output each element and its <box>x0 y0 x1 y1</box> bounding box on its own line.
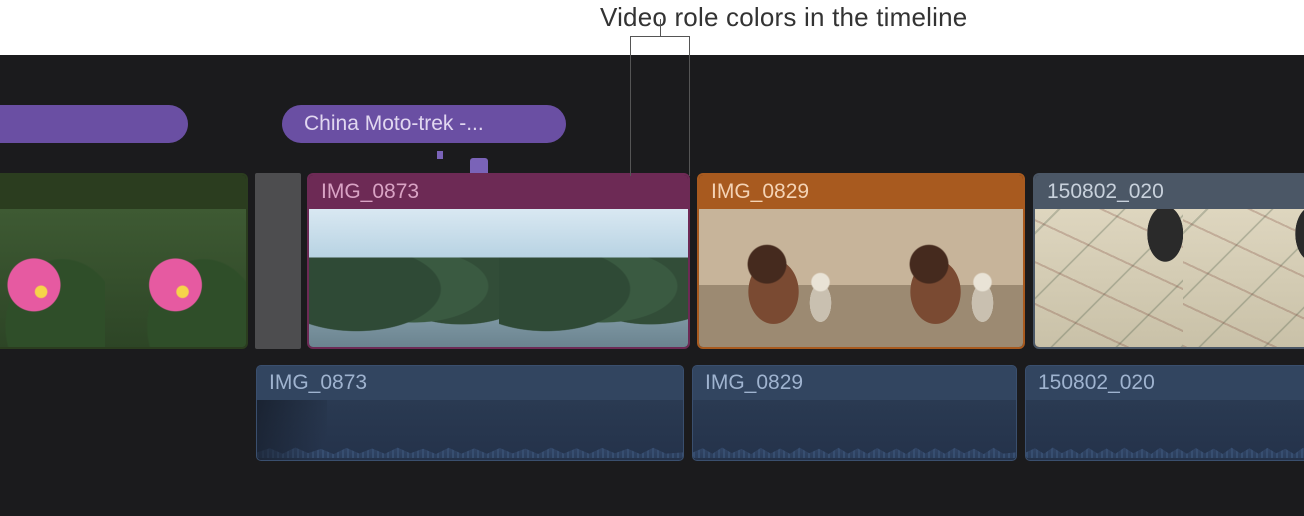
lotus-thumbnail <box>105 209 246 347</box>
titles-row: China Moto-trek -... <box>0 105 1304 145</box>
video-clip[interactable]: IMG_0829 <box>697 173 1025 349</box>
woman-thumbnail <box>861 209 1023 347</box>
audio-clip-label: 150802_020 <box>1026 366 1304 400</box>
mountain-thumbnail <box>309 209 499 347</box>
title-clip[interactable] <box>0 105 188 143</box>
filmstrip <box>699 209 1023 347</box>
video-clip-label: IMG_0873 <box>309 175 688 209</box>
filmstrip <box>309 209 688 347</box>
audio-clip[interactable]: IMG_0873 <box>256 365 684 461</box>
audio-clip[interactable]: IMG_0829 <box>692 365 1017 461</box>
waveform <box>693 444 1016 458</box>
video-clip[interactable]: IMG_0873 <box>307 173 690 349</box>
title-clip[interactable]: China Moto-trek -... <box>282 105 566 143</box>
map-thumbnail <box>1035 209 1183 347</box>
waveform <box>1026 444 1304 458</box>
title-clip-label: China Moto-trek -... <box>304 112 484 136</box>
audio-fade-in <box>257 400 327 461</box>
audio-waveform-area <box>1026 400 1304 461</box>
video-clip[interactable]: IMG_0873 <box>0 173 248 349</box>
audio-row: IMG_0873 IMG_0829 150802_020 <box>0 365 1304 475</box>
audio-clip-label: IMG_0873 <box>257 366 683 400</box>
audio-clip-label: IMG_0829 <box>693 366 1016 400</box>
annotation-area: Video role colors in the timeline <box>0 0 1304 55</box>
video-clip-label: IMG_0829 <box>699 175 1023 209</box>
audio-clip[interactable]: 150802_020 <box>1025 365 1304 461</box>
map-thumbnail <box>1183 209 1304 347</box>
video-clip-label: IMG_0873 <box>0 175 246 209</box>
timeline[interactable]: China Moto-trek -... IMG_0873IMG_0873IMG… <box>0 55 1304 516</box>
audio-waveform-area <box>693 400 1016 461</box>
video-clip-label: 150802_020 <box>1035 175 1304 209</box>
filmstrip <box>0 209 246 347</box>
lotus-thumbnail <box>0 209 105 347</box>
mountain-thumbnail <box>499 209 689 347</box>
annotation-label: Video role colors in the timeline <box>600 2 967 33</box>
woman-thumbnail <box>699 209 861 347</box>
filmstrip <box>1035 209 1304 347</box>
video-clip[interactable]: 150802_020 <box>1033 173 1304 349</box>
video-row: IMG_0873 IMG_0873 IMG_0829 150802_020 <box>0 173 1304 349</box>
keyframe-tick <box>437 151 443 159</box>
gap-clip[interactable] <box>255 173 301 349</box>
